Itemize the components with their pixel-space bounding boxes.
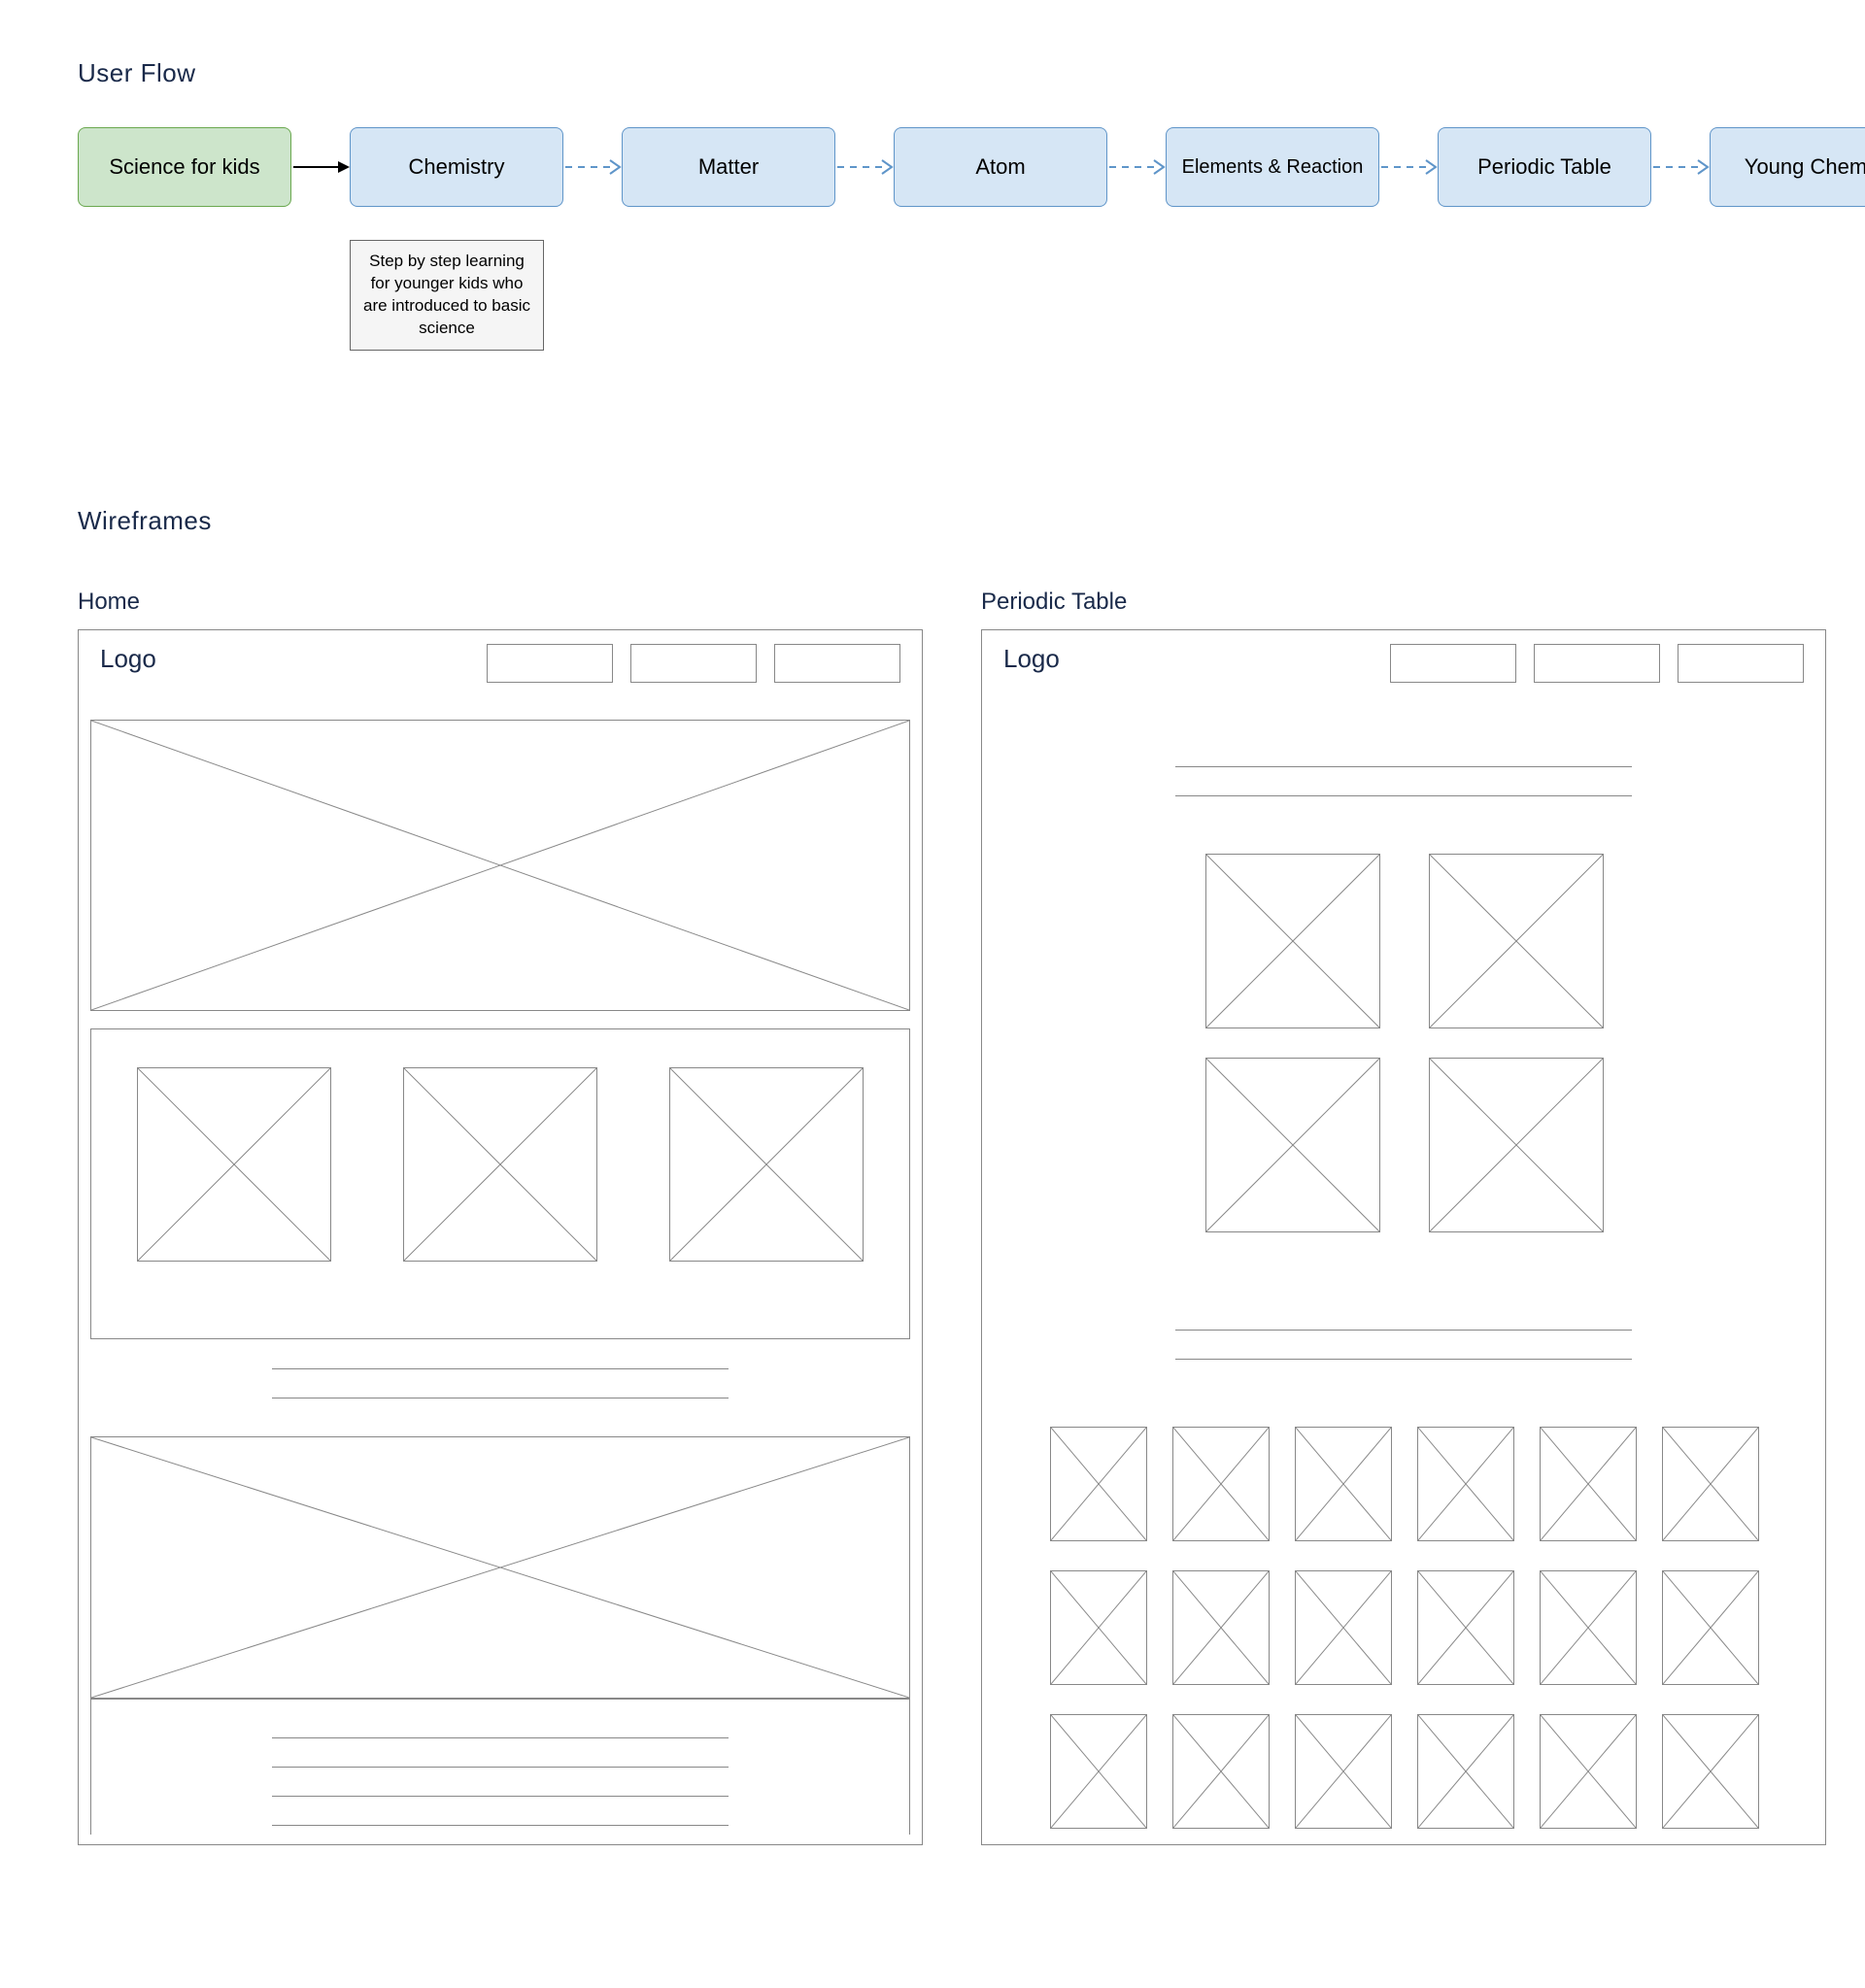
home-card-placeholder[interactable] <box>669 1067 864 1262</box>
home-hero-image-placeholder <box>90 720 910 1011</box>
periodic-element-cell[interactable] <box>1295 1427 1392 1541</box>
periodic-element-cell[interactable] <box>1540 1427 1637 1541</box>
wireframe-home-title: Home <box>78 589 923 616</box>
wireframe-home-frame: Logo <box>78 629 923 1845</box>
text-line-placeholder <box>1175 766 1632 767</box>
arrow-solid-icon <box>291 157 350 177</box>
flow-node-chemistry[interactable]: Chemistry <box>350 127 563 207</box>
home-header: Logo <box>79 630 922 698</box>
periodic-feature-card[interactable] <box>1429 1058 1604 1232</box>
periodic-element-cell[interactable] <box>1050 1714 1147 1829</box>
text-line-placeholder <box>272 1737 729 1738</box>
periodic-element-cell[interactable] <box>1662 1714 1759 1829</box>
periodic-element-cell[interactable] <box>1662 1570 1759 1685</box>
periodic-nav-item[interactable] <box>1534 644 1660 683</box>
home-nav-item[interactable] <box>630 644 757 683</box>
text-line-placeholder <box>1175 795 1632 796</box>
arrow-dashed-icon <box>1651 157 1710 177</box>
home-card-placeholder[interactable] <box>403 1067 597 1262</box>
periodic-element-cell[interactable] <box>1295 1714 1392 1829</box>
arrow-dashed-icon <box>1379 157 1438 177</box>
text-line-placeholder <box>1175 1330 1632 1331</box>
arrow-dashed-icon <box>563 157 622 177</box>
wireframe-home-col: Home Logo <box>78 575 923 1845</box>
home-wide-image-placeholder <box>90 1436 910 1699</box>
periodic-element-cell[interactable] <box>1540 1714 1637 1829</box>
arrow-dashed-icon <box>1107 157 1166 177</box>
periodic-element-cell[interactable] <box>1417 1714 1514 1829</box>
text-line-placeholder <box>272 1368 729 1369</box>
periodic-element-cell[interactable] <box>1172 1427 1270 1541</box>
wireframes-row: Home Logo <box>78 575 1787 1845</box>
wireframe-periodic-frame: Logo <box>981 629 1826 1845</box>
periodic-feature-card[interactable] <box>1205 854 1380 1028</box>
periodic-element-cell[interactable] <box>1172 1570 1270 1685</box>
flow-node-periodic-table[interactable]: Periodic Table <box>1438 127 1651 207</box>
flow-node-atom[interactable]: Atom <box>894 127 1107 207</box>
periodic-nav-item[interactable] <box>1390 644 1516 683</box>
wireframe-periodic-title: Periodic Table <box>981 589 1826 616</box>
user-flow-row: Science for kids Chemistry Matter Atom E… <box>78 127 1787 207</box>
flow-node-elements-reaction[interactable]: Elements & Reaction <box>1166 127 1379 207</box>
periodic-logo[interactable]: Logo <box>1003 644 1060 674</box>
text-line-placeholder <box>272 1767 729 1768</box>
text-line-placeholder <box>272 1796 729 1797</box>
periodic-feature-card[interactable] <box>1205 1058 1380 1232</box>
periodic-element-cell[interactable] <box>1540 1570 1637 1685</box>
text-line-placeholder <box>272 1825 729 1826</box>
periodic-nav-item[interactable] <box>1678 644 1804 683</box>
home-nav-item[interactable] <box>487 644 613 683</box>
user-flow-section: User Flow Science for kids Chemistry Mat… <box>78 58 1787 351</box>
periodic-element-cell[interactable] <box>1172 1714 1270 1829</box>
home-logo[interactable]: Logo <box>100 644 156 674</box>
flow-node-young-chemist[interactable]: Young Chemist <box>1710 127 1865 207</box>
periodic-element-cell[interactable] <box>1050 1427 1147 1541</box>
periodic-element-cell[interactable] <box>1662 1427 1759 1541</box>
flow-annotation-note: Step by step learning for younger kids w… <box>350 240 544 351</box>
periodic-feature-card[interactable] <box>1429 854 1604 1028</box>
periodic-header: Logo <box>982 630 1825 698</box>
arrow-dashed-icon <box>835 157 894 177</box>
wireframe-periodic-col: Periodic Table Logo <box>981 575 1826 1845</box>
user-flow-heading: User Flow <box>78 58 1787 88</box>
periodic-element-cell[interactable] <box>1417 1570 1514 1685</box>
flow-node-matter[interactable]: Matter <box>622 127 835 207</box>
home-nav-item[interactable] <box>774 644 900 683</box>
periodic-element-cell[interactable] <box>1050 1570 1147 1685</box>
text-line-placeholder <box>1175 1359 1632 1360</box>
periodic-element-cell[interactable] <box>1295 1570 1392 1685</box>
wireframes-heading: Wireframes <box>78 506 1787 536</box>
periodic-element-cell[interactable] <box>1417 1427 1514 1541</box>
home-card-placeholder[interactable] <box>137 1067 331 1262</box>
flow-node-start[interactable]: Science for kids <box>78 127 291 207</box>
